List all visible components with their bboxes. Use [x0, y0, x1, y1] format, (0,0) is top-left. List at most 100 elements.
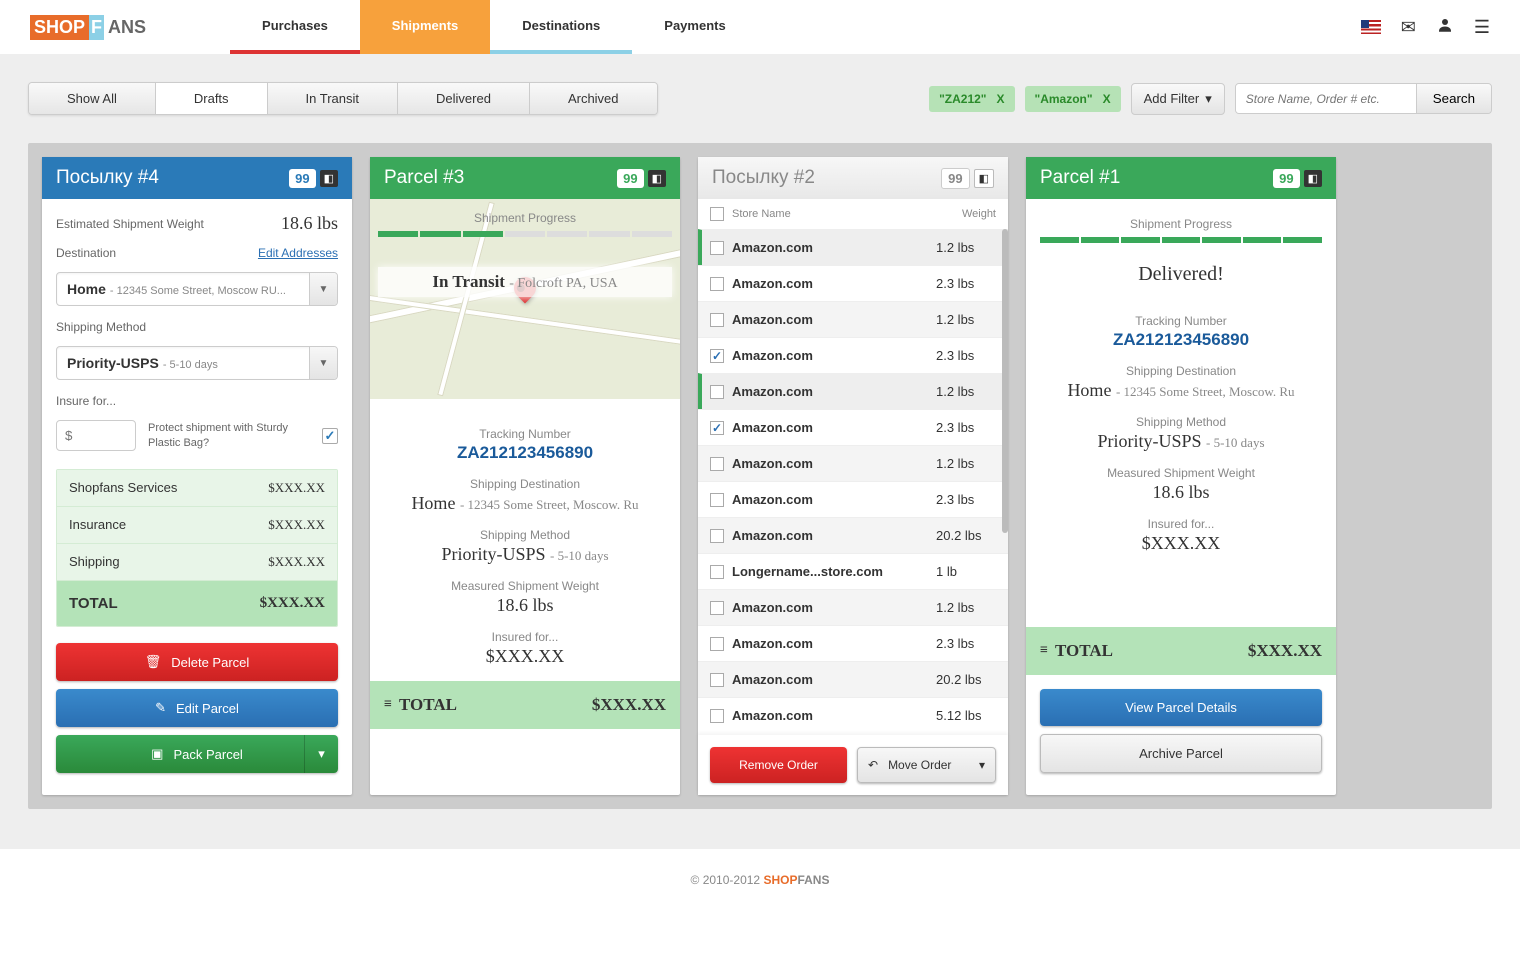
trash-icon: 🗑: [145, 654, 162, 670]
user-icon[interactable]: [1436, 16, 1454, 39]
price-amount: $XXX.XX: [268, 517, 325, 533]
item-weight: 2.3 lbs: [936, 636, 996, 651]
tab-delivered[interactable]: Delivered: [398, 83, 530, 114]
close-icon[interactable]: X: [1103, 92, 1111, 106]
list-item[interactable]: Amazon.com1.2 lbs: [698, 229, 1008, 265]
header: SHOPFANS Purchases Shipments Destination…: [0, 0, 1520, 54]
tab-drafts[interactable]: Drafts: [156, 83, 268, 114]
total-bar: ≡TOTAL $XXX.XX: [1026, 627, 1336, 675]
list-item[interactable]: Amazon.com1.2 lbs: [698, 589, 1008, 625]
insure-amount-input[interactable]: [56, 420, 136, 451]
dest-label: Shipping Destination: [384, 477, 666, 491]
item-checkbox[interactable]: [710, 673, 724, 687]
protect-checkbox[interactable]: ✓: [322, 428, 338, 444]
list-header: Store Name Weight: [698, 199, 1008, 229]
tab-show-all[interactable]: Show All: [29, 83, 156, 114]
select-all-checkbox[interactable]: [710, 207, 724, 221]
list-item[interactable]: Amazon.com20.2 lbs: [698, 661, 1008, 697]
mail-icon[interactable]: ✉: [1401, 17, 1416, 38]
item-checkbox[interactable]: [710, 385, 724, 399]
item-checkbox[interactable]: [710, 277, 724, 291]
item-store: Longername...store.com: [732, 564, 936, 579]
tab-in-transit[interactable]: In Transit: [268, 83, 398, 114]
item-store: Amazon.com: [732, 708, 936, 723]
method-label: Shipping Method: [384, 528, 666, 542]
shipping-method-select[interactable]: Priority-USPS- 5-10 days ▼: [56, 346, 338, 380]
progress-bar: [378, 231, 672, 237]
nav-destinations[interactable]: Destinations: [490, 0, 632, 54]
filter-tag-za212[interactable]: "ZA212"X: [929, 86, 1014, 112]
item-checkbox[interactable]: [710, 493, 724, 507]
protect-label: Protect shipment with Sturdy Plastic Bag…: [148, 421, 310, 450]
tab-archived[interactable]: Archived: [530, 83, 657, 114]
logo[interactable]: SHOPFANS: [30, 0, 150, 54]
filter-tag-amazon[interactable]: "Amazon"X: [1025, 86, 1121, 112]
map[interactable]: Shipment Progress In Transit - Folcroft …: [370, 199, 680, 399]
nav-shipments[interactable]: Shipments: [360, 0, 490, 54]
list-item[interactable]: Amazon.com20.2 lbs: [698, 517, 1008, 553]
move-order-button[interactable]: ↶ Move Order ▾: [857, 747, 996, 783]
pack-parcel-button[interactable]: ▣Pack Parcel▾: [56, 735, 338, 773]
flag-icon[interactable]: [1361, 20, 1381, 34]
list-item[interactable]: ✓Amazon.com2.3 lbs: [698, 409, 1008, 445]
menu-icon[interactable]: ≡: [1040, 643, 1047, 659]
add-filter-button[interactable]: Add Filter▾: [1131, 83, 1225, 115]
item-checkbox[interactable]: [710, 565, 724, 579]
weight-value: 18.6 lbs: [1040, 482, 1322, 503]
item-store: Amazon.com: [732, 384, 936, 399]
nav-purchases[interactable]: Purchases: [230, 0, 360, 54]
menu-icon[interactable]: ≡: [384, 697, 391, 713]
delete-parcel-button[interactable]: 🗑Delete Parcel: [56, 643, 338, 681]
item-store: Amazon.com: [732, 672, 936, 687]
parcel-title: Parcel #3: [384, 167, 464, 189]
list-item[interactable]: ✓Amazon.com2.3 lbs: [698, 337, 1008, 373]
item-weight: 1.2 lbs: [936, 384, 996, 399]
item-store: Amazon.com: [732, 240, 936, 255]
item-checkbox[interactable]: [710, 601, 724, 615]
parcel-4-header: Посылку #4 99◧: [42, 157, 352, 199]
search-input[interactable]: [1236, 84, 1416, 113]
list-item[interactable]: Amazon.com2.3 lbs: [698, 481, 1008, 517]
item-store: Amazon.com: [732, 276, 936, 291]
price-label: Shopfans Services: [69, 480, 177, 496]
item-checkbox[interactable]: ✓: [710, 421, 724, 435]
list-item[interactable]: Amazon.com1.2 lbs: [698, 373, 1008, 409]
item-weight: 2.3 lbs: [936, 492, 996, 507]
item-weight: 1.2 lbs: [936, 240, 996, 255]
tracking-number[interactable]: ZA212123456890: [384, 443, 666, 463]
remove-order-button[interactable]: Remove Order: [710, 747, 847, 783]
button-label: Move Order: [888, 758, 951, 772]
nav-payments[interactable]: Payments: [632, 0, 757, 54]
view-parcel-details-button[interactable]: View Parcel Details: [1040, 689, 1322, 726]
button-label: Pack Parcel: [173, 747, 242, 762]
archive-parcel-button[interactable]: Archive Parcel: [1040, 734, 1322, 773]
list-item[interactable]: Amazon.com5.12 lbs: [698, 697, 1008, 733]
undo-icon: ↶: [868, 758, 878, 772]
item-checkbox[interactable]: [710, 709, 724, 723]
item-checkbox[interactable]: [710, 529, 724, 543]
edit-parcel-button[interactable]: ✎Edit Parcel: [56, 689, 338, 727]
destination-select[interactable]: Home- 12345 Some Street, Moscow RU... ▼: [56, 272, 338, 306]
item-checkbox[interactable]: [710, 457, 724, 471]
list-item[interactable]: Amazon.com2.3 lbs: [698, 625, 1008, 661]
item-checkbox[interactable]: [710, 313, 724, 327]
close-icon[interactable]: X: [997, 92, 1005, 106]
parcel-3: Parcel #3 99◧ Shipment Progress: [370, 157, 680, 795]
item-list[interactable]: Amazon.com1.2 lbsAmazon.com2.3 lbsAmazon…: [698, 229, 1008, 735]
edit-addresses-link[interactable]: Edit Addresses: [258, 246, 338, 260]
search-button[interactable]: Search: [1416, 84, 1491, 113]
list-item[interactable]: Amazon.com1.2 lbs: [698, 301, 1008, 337]
item-checkbox[interactable]: [710, 241, 724, 255]
list-item[interactable]: Amazon.com2.3 lbs: [698, 265, 1008, 301]
tracking-number[interactable]: ZA212123456890: [1040, 330, 1322, 350]
list-item[interactable]: Amazon.com1.2 lbs: [698, 445, 1008, 481]
delivered-status: Delivered!: [1040, 263, 1322, 286]
item-weight: 5.12 lbs: [936, 708, 996, 723]
footer-logo-shop: SHOP: [763, 873, 797, 887]
item-checkbox[interactable]: ✓: [710, 349, 724, 363]
list-item[interactable]: Longername...store.com1 lb: [698, 553, 1008, 589]
item-weight: 20.2 lbs: [936, 672, 996, 687]
menu-icon[interactable]: ☰: [1474, 17, 1490, 38]
item-weight: 2.3 lbs: [936, 420, 996, 435]
item-checkbox[interactable]: [710, 637, 724, 651]
